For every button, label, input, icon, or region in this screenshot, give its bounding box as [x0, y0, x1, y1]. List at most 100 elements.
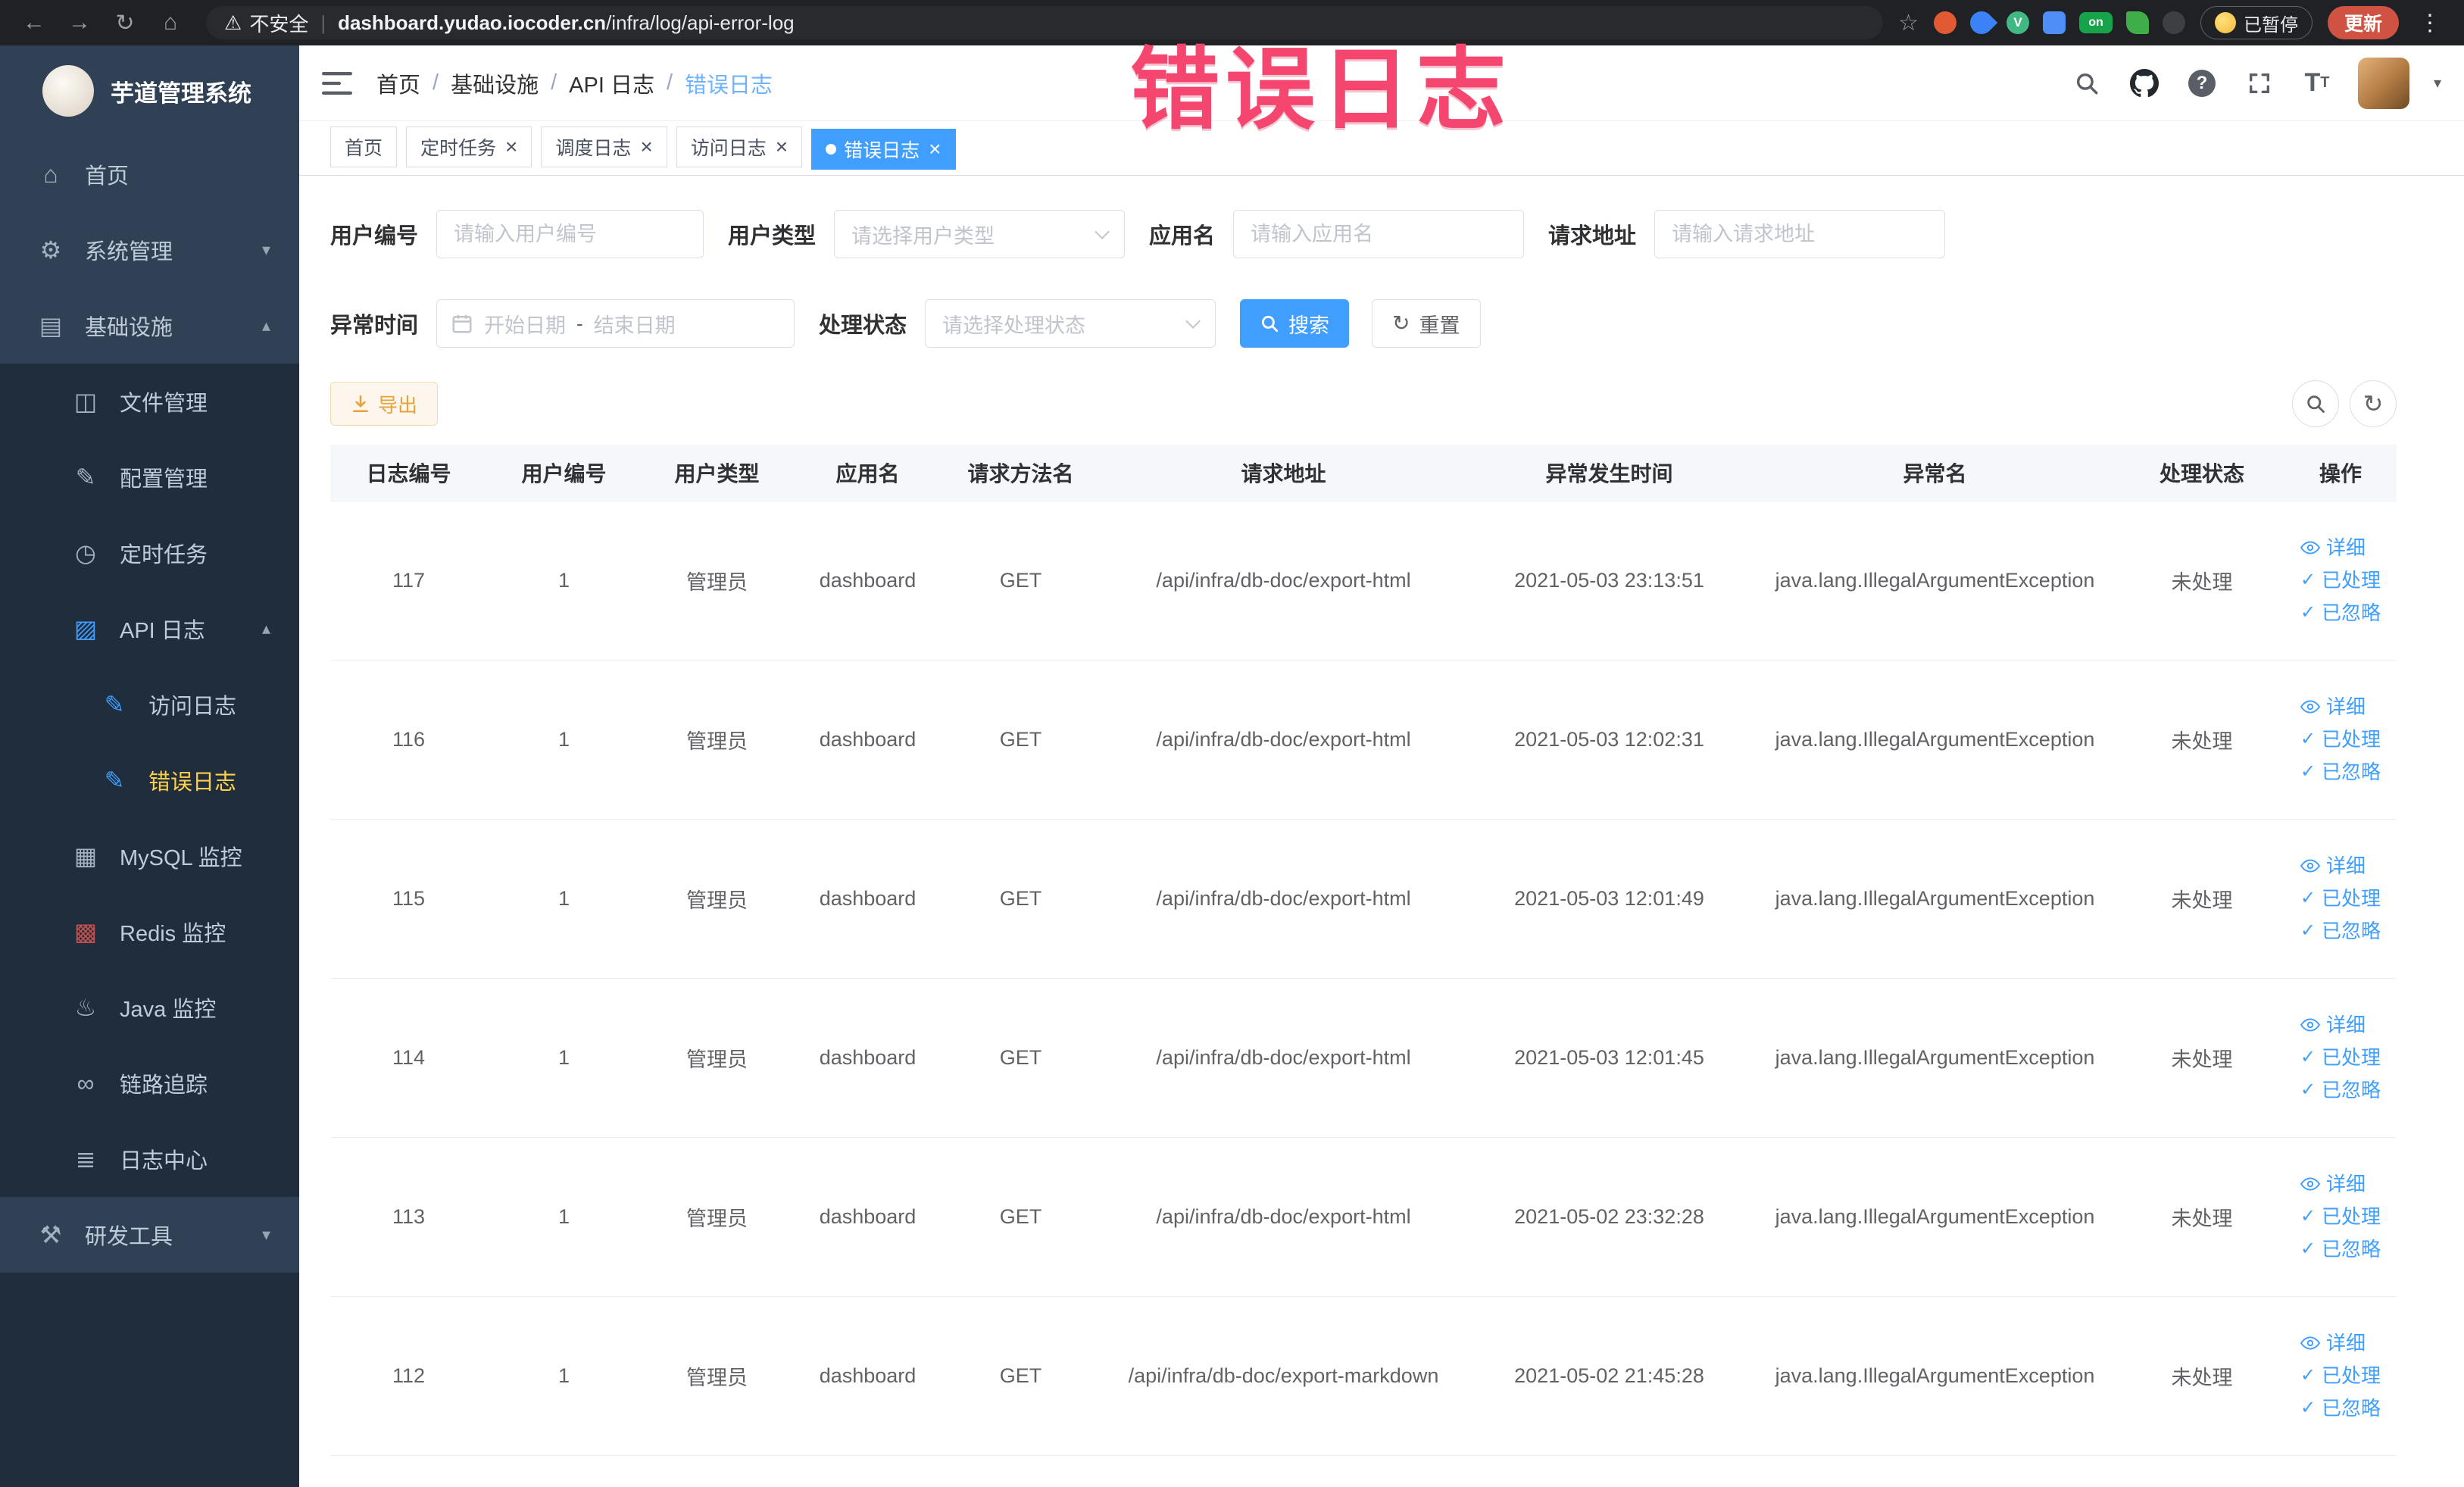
- request-url-label: 请求地址: [1548, 224, 1637, 248]
- user-id-input[interactable]: [436, 210, 704, 258]
- reload-button[interactable]: ↻: [105, 2, 145, 43]
- avatar[interactable]: [2357, 57, 2409, 109]
- extension-grid-icon[interactable]: [2042, 11, 2066, 34]
- user-type-select[interactable]: 请选择用户类型: [834, 210, 1126, 258]
- sidebar-item-scheduled-tasks[interactable]: ◷ 定时任务: [0, 515, 299, 591]
- tab-error-log[interactable]: 错误日志 ×: [811, 129, 956, 170]
- process-status-select[interactable]: 请选择处理状态: [925, 299, 1216, 348]
- breadcrumb-item[interactable]: 基础设施: [451, 67, 539, 99]
- tab-home[interactable]: 首页: [330, 127, 398, 167]
- font-size-icon[interactable]: TT: [2300, 61, 2334, 106]
- cell-user-id: 1: [557, 1046, 570, 1069]
- mark-processed-link[interactable]: ✓ 已处理: [2300, 1046, 2381, 1070]
- search-button[interactable]: 搜索: [1240, 299, 1350, 348]
- forward-button[interactable]: →: [59, 2, 100, 43]
- extension-drop-icon[interactable]: [1965, 6, 1998, 39]
- extension-leaf-icon[interactable]: [2125, 11, 2149, 34]
- app-name-input[interactable]: [1233, 210, 1525, 258]
- extension-on-icon[interactable]: on: [2078, 12, 2113, 33]
- sidebar-item-java-monitor[interactable]: ♨ Java 监控: [0, 970, 299, 1045]
- github-icon[interactable]: [2128, 61, 2161, 106]
- filter-row-2: 异常时间 开始日期 - 结束日期 处理状态 请选择处理状态 搜索 ↻ 重置: [330, 299, 2397, 348]
- sidebar-item-system-management[interactable]: ⚙ 系统管理 ▾: [0, 212, 299, 288]
- extension-record-icon[interactable]: [1933, 11, 1957, 34]
- cell-request-url: /api/infra/db-doc/export-html: [1156, 1205, 1411, 1228]
- security-label: 不安全: [249, 12, 309, 36]
- mark-ignored-link[interactable]: ✓ 已忽略: [2300, 920, 2381, 943]
- extension-dark-icon[interactable]: [2162, 11, 2185, 34]
- tab-scheduled-tasks[interactable]: 定时任务 ×: [406, 127, 532, 167]
- sidebar-item-label: 配置管理: [120, 467, 208, 492]
- sidebar-item-redis-monitor[interactable]: ▩ Redis 监控: [0, 894, 299, 970]
- sidebar-item-dev-tools[interactable]: ⚒ 研发工具 ▾: [0, 1197, 299, 1273]
- detail-link[interactable]: 详细: [2300, 1173, 2366, 1196]
- sidebar-item-mysql-monitor[interactable]: ▦ MySQL 监控: [0, 818, 299, 894]
- bookmark-star-icon[interactable]: ☆: [1898, 10, 1919, 36]
- mark-ignored-link[interactable]: ✓ 已忽略: [2300, 1397, 2381, 1420]
- close-icon[interactable]: ×: [505, 136, 517, 158]
- tab-access-log[interactable]: 访问日志 ×: [676, 127, 803, 167]
- sidebar-item-config-management[interactable]: ✎ 配置管理: [0, 439, 299, 515]
- detail-link[interactable]: 详细: [2300, 1014, 2366, 1037]
- export-button[interactable]: 导出: [330, 382, 439, 426]
- detail-link[interactable]: 详细: [2300, 695, 2366, 719]
- refresh-table-button[interactable]: ↻: [2350, 380, 2397, 427]
- mark-processed-link[interactable]: ✓ 已处理: [2300, 569, 2381, 592]
- date-range-picker[interactable]: 开始日期 - 结束日期: [436, 299, 795, 348]
- close-icon[interactable]: ×: [929, 139, 941, 160]
- column-header: 请求方法名: [967, 462, 1074, 486]
- toggle-search-button[interactable]: [2292, 380, 2339, 427]
- hamburger-icon: [322, 71, 352, 95]
- cell-user-id: 1: [557, 728, 570, 751]
- mark-ignored-link[interactable]: ✓ 已忽略: [2300, 1238, 2381, 1261]
- sidebar-item-file-management[interactable]: ◫ 文件管理: [0, 364, 299, 439]
- cell-user-type: 管理员: [686, 730, 748, 753]
- sidebar-toggle[interactable]: [308, 45, 366, 121]
- logo[interactable]: 芋道管理系统: [0, 45, 299, 136]
- mark-ignored-link[interactable]: ✓ 已忽略: [2300, 761, 2381, 784]
- detail-link[interactable]: 详细: [2300, 854, 2366, 878]
- reset-button[interactable]: ↻ 重置: [1372, 299, 1481, 348]
- mark-processed-link[interactable]: ✓ 已处理: [2300, 1205, 2381, 1229]
- sidebar-item-api-logs[interactable]: ▨ API 日志 ▴: [0, 591, 299, 667]
- extension-vue-icon[interactable]: V: [2006, 11, 2029, 34]
- mark-ignored-link[interactable]: ✓ 已忽略: [2300, 1079, 2381, 1102]
- detail-link[interactable]: 详细: [2300, 536, 2366, 560]
- cell-app-name: dashboard: [819, 569, 917, 592]
- help-icon[interactable]: ?: [2185, 61, 2219, 106]
- browser-menu-icon[interactable]: ⋮: [2414, 10, 2446, 36]
- sidebar-item-label: Java 监控: [120, 998, 217, 1022]
- update-button[interactable]: 更新: [2327, 6, 2399, 39]
- sidebar-item-access-log[interactable]: ✎ 访问日志: [0, 667, 299, 742]
- breadcrumb-item[interactable]: API 日志: [569, 67, 654, 99]
- mark-processed-link[interactable]: ✓ 已处理: [2300, 887, 2381, 911]
- cell-log-id: 115: [392, 887, 426, 910]
- mark-ignored-link[interactable]: ✓ 已忽略: [2300, 601, 2381, 625]
- address-bar[interactable]: ⚠ 不安全 | dashboard.yudao.iocoder.cn/infra…: [206, 6, 1884, 39]
- search-icon[interactable]: [2070, 61, 2103, 106]
- request-url-input[interactable]: [1654, 210, 1946, 258]
- sidebar-item-error-log[interactable]: ✎ 错误日志: [0, 742, 299, 818]
- edit-icon: ✎: [75, 464, 96, 491]
- close-icon[interactable]: ×: [640, 136, 652, 158]
- sidebar-item-home[interactable]: ⌂ 首页: [0, 136, 299, 212]
- detail-link[interactable]: 详细: [2300, 1332, 2366, 1355]
- cell-user-id: 1: [557, 1205, 570, 1228]
- back-button[interactable]: ←: [14, 2, 55, 43]
- fullscreen-icon[interactable]: [2243, 61, 2276, 106]
- sidebar-item-label: 错误日志: [148, 770, 237, 795]
- tab-schedule-log[interactable]: 调度日志 ×: [541, 127, 667, 167]
- sidebar-item-infrastructure[interactable]: ▤ 基础设施 ▴: [0, 288, 299, 364]
- mark-processed-link[interactable]: ✓ 已处理: [2300, 1364, 2381, 1388]
- browser-home-button[interactable]: ⌂: [150, 2, 191, 43]
- cell-status: 未处理: [2171, 1207, 2233, 1230]
- close-icon[interactable]: ×: [776, 136, 788, 158]
- sidebar-item-link-trace[interactable]: ∞ 链路追踪: [0, 1045, 299, 1121]
- breadcrumb-item[interactable]: 首页: [376, 67, 420, 99]
- chevron-down-icon[interactable]: ▾: [2434, 73, 2441, 92]
- paused-badge[interactable]: 已暂停: [2200, 6, 2313, 39]
- sidebar-item-log-center[interactable]: ≣ 日志中心: [0, 1121, 299, 1197]
- sidebar-item-label: 文件管理: [120, 392, 208, 416]
- mark-processed-link[interactable]: ✓ 已处理: [2300, 728, 2381, 751]
- extension-icons: Von: [1933, 6, 2185, 39]
